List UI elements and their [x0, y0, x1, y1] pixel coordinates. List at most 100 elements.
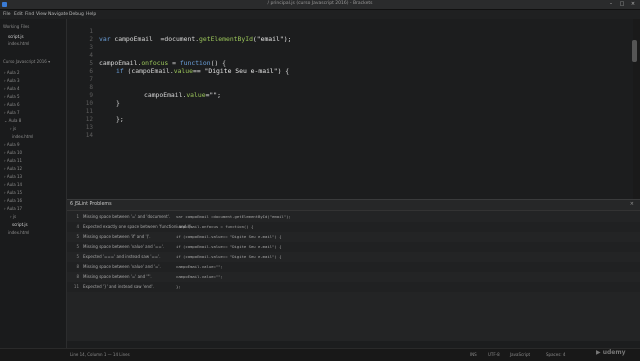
- window-title: / principal.js (curso Javascript 2016) -…: [267, 1, 373, 6]
- line-number: 5: [89, 60, 93, 67]
- code-line-6: if (campoEmail.value== "Digite Seu e-mai…: [116, 67, 289, 75]
- problem-line-number: 11: [73, 284, 79, 289]
- menu-find[interactable]: Find: [25, 12, 34, 17]
- tree-item-script-js[interactable]: script.js: [12, 222, 28, 227]
- jslint-panel: 6 JSLint Problems × 1 Missing space betw…: [67, 199, 640, 341]
- code-token: value: [173, 67, 193, 75]
- indent-selector[interactable]: Spaces: 4: [546, 352, 565, 357]
- scrollbar-thumb[interactable]: [632, 40, 637, 62]
- code-token: campoEmail =document.: [114, 35, 200, 43]
- line-number: 7: [89, 76, 93, 83]
- code-token: campoEmail.: [144, 91, 187, 99]
- menu-debug[interactable]: Debug: [69, 12, 84, 17]
- tree-item-aula6[interactable]: › Aula 6: [4, 102, 20, 107]
- tree-item-aula17[interactable]: › Aula 17: [4, 206, 22, 211]
- code-token: var: [99, 35, 115, 43]
- tree-item-aula10[interactable]: › Aula 10: [4, 150, 22, 155]
- insert-mode[interactable]: INS: [470, 352, 477, 357]
- jslint-problem-row[interactable]: 8 Missing space between '=' and '"'. cam…: [67, 272, 640, 282]
- menu-view[interactable]: View: [36, 12, 47, 17]
- tree-item-aula13[interactable]: › Aula 13: [4, 174, 22, 179]
- tree-item-aula14[interactable]: › Aula 14: [4, 182, 22, 187]
- brackets-window: / principal.js (curso Javascript 2016) -…: [0, 0, 640, 361]
- problem-code: campoEmail.onfocus = function() {: [176, 224, 254, 229]
- minimize-icon[interactable]: –: [606, 1, 616, 7]
- problem-message: Missing space between '=' and 'document'…: [83, 214, 171, 219]
- close-icon[interactable]: ×: [628, 1, 638, 7]
- tree-item-aula7[interactable]: › Aula 7: [4, 110, 20, 115]
- line-number: 14: [85, 132, 93, 139]
- problem-line-number: 5: [76, 244, 79, 249]
- jslint-header: 6 JSLint Problems ×: [67, 200, 640, 211]
- code-line-10: }: [116, 99, 120, 107]
- tree-item-js-folder-2[interactable]: › js: [10, 214, 16, 219]
- tree-item-aula2[interactable]: › Aula 2: [4, 70, 20, 75]
- jslint-problem-row[interactable]: 1 Missing space between '=' and 'documen…: [67, 212, 640, 222]
- code-line-12: };: [116, 115, 124, 123]
- problem-code: if (campoEmail.value== "Digite Seu e-mai…: [176, 254, 282, 259]
- working-files-label: Working Files: [3, 24, 30, 29]
- problem-code: if (campoEmail.value== "Digite Seu e-mai…: [176, 234, 282, 239]
- working-file-script[interactable]: script.js: [8, 34, 24, 39]
- code-line-2: var campoEmail =document.getElementById(…: [99, 35, 291, 43]
- code-token: == "Digite Seu e-mail") {: [192, 67, 290, 75]
- line-number: 10: [85, 100, 93, 107]
- project-label[interactable]: Curso Javascript 2016 ▾: [3, 59, 50, 64]
- tree-item-aula11[interactable]: › Aula 11: [4, 158, 22, 163]
- jslint-problem-row[interactable]: 5 Missing space between 'value' and '=='…: [67, 242, 640, 252]
- menu-edit[interactable]: Edit: [14, 12, 23, 17]
- tree-item-index-html[interactable]: index.html: [12, 134, 33, 139]
- line-number: 11: [85, 108, 93, 115]
- code-token: if: [116, 67, 128, 75]
- menu-bar: File Edit Find View Navigate Debug Help: [0, 10, 640, 19]
- problem-message: Missing space between '=' and '"'.: [83, 274, 152, 279]
- tree-item-aula3[interactable]: › Aula 3: [4, 78, 20, 83]
- cursor-position: Line 14, Column 1 — 14 Lines: [70, 352, 130, 357]
- code-token: (campoEmail.: [127, 67, 174, 75]
- jslint-problem-row[interactable]: 8 Missing space between 'value' and '='.…: [67, 262, 640, 272]
- tree-item-aula5[interactable]: › Aula 5: [4, 94, 20, 99]
- tree-item-index-html-2[interactable]: index.html: [8, 230, 29, 235]
- tree-item-aula4[interactable]: › Aula 4: [4, 86, 20, 91]
- jslint-problem-row[interactable]: 5 Expected '===' and instead saw '=='. i…: [67, 252, 640, 262]
- code-token: ="";: [205, 91, 221, 99]
- working-file-index[interactable]: index.html: [8, 41, 29, 46]
- tree-item-js-folder[interactable]: › js: [10, 126, 16, 131]
- problem-line-number: 8: [76, 264, 79, 269]
- line-number: 4: [89, 52, 93, 59]
- menu-file[interactable]: File: [3, 12, 11, 17]
- line-number: 3: [89, 44, 93, 51]
- jslint-problem-row[interactable]: 11 Expected '}' and instead saw 'end'. }…: [67, 282, 640, 292]
- problem-message: Missing space between 'if' and '('.: [83, 234, 151, 239]
- problem-code: if (campoEmail.value== "Digite Seu e-mai…: [176, 244, 282, 249]
- problem-line-number: 5: [76, 234, 79, 239]
- problem-message: Expected '===' and instead saw '=='.: [83, 254, 161, 259]
- sidebar: Working Files script.js index.html Curso…: [0, 19, 67, 349]
- problem-code: campoEmail.value="";: [176, 274, 223, 279]
- close-icon[interactable]: ×: [630, 201, 634, 207]
- code-token: value: [186, 91, 206, 99]
- tree-item-aula15[interactable]: › Aula 15: [4, 190, 22, 195]
- code-token: () {: [210, 59, 226, 67]
- jslint-problem-row[interactable]: 4 Expected exactly one space between 'fu…: [67, 222, 640, 232]
- jslint-title: 6 JSLint Problems: [70, 202, 112, 207]
- menu-help[interactable]: Help: [86, 12, 96, 17]
- tree-item-aula9[interactable]: › Aula 9: [4, 142, 20, 147]
- line-number-gutter: 1 2 3 4 5 6 7 8 9 10 11 12 13 14: [67, 19, 99, 199]
- maximize-icon[interactable]: □: [617, 1, 627, 7]
- title-bar: / principal.js (curso Javascript 2016) -…: [0, 0, 640, 10]
- jslint-problem-row[interactable]: 5 Missing space between 'if' and '('. if…: [67, 232, 640, 242]
- tree-item-aula16[interactable]: › Aula 16: [4, 198, 22, 203]
- code-token: onfocus: [141, 59, 169, 67]
- menu-navigate[interactable]: Navigate: [48, 12, 68, 17]
- tree-item-aula8[interactable]: ⌄ Aula 8: [4, 118, 21, 123]
- problem-message: Expected '}' and instead saw 'end'.: [83, 284, 154, 289]
- line-number: 13: [85, 124, 93, 131]
- code-editor[interactable]: 1 2 3 4 5 6 7 8 9 10 11 12 13 14 var cam…: [67, 19, 633, 199]
- problem-line-number: 5: [76, 254, 79, 259]
- code-line-5: campoEmail.onfocus = function() {: [99, 59, 226, 67]
- line-number: 6: [89, 68, 93, 75]
- tree-item-aula12[interactable]: › Aula 12: [4, 166, 22, 171]
- language-selector[interactable]: JavaScript: [510, 352, 530, 357]
- encoding-selector[interactable]: UTF-8: [488, 352, 500, 357]
